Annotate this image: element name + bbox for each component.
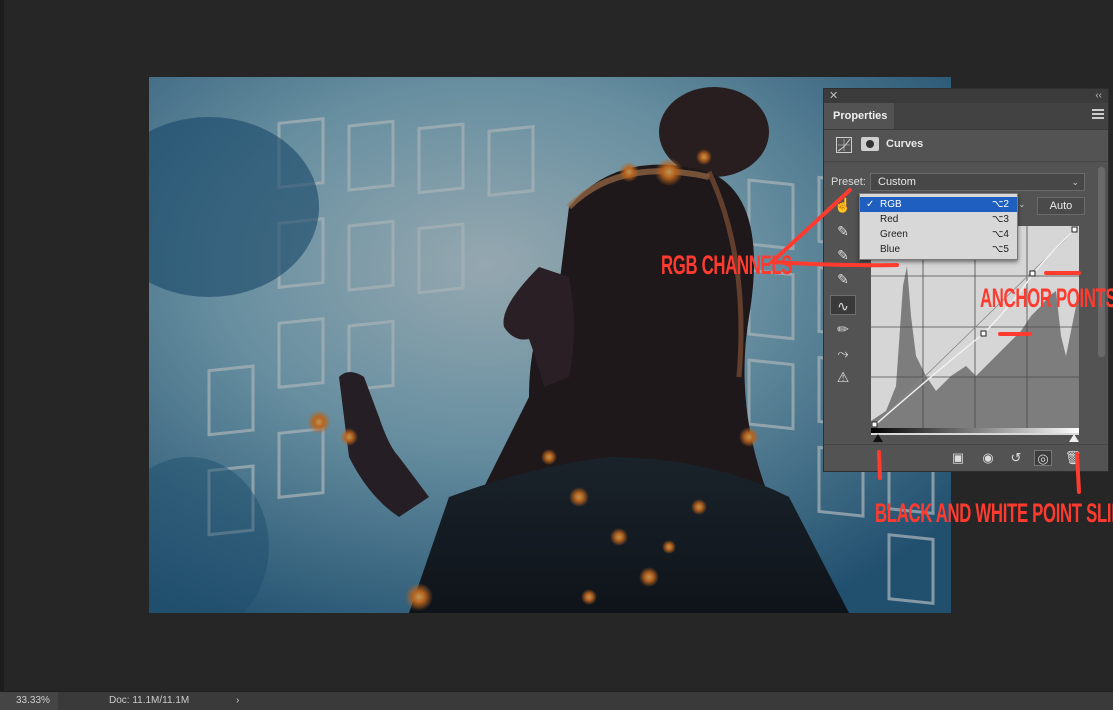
slider-annotation: BLACK AND WHITE POINT SLIDER [875, 498, 1113, 528]
visibility-icon[interactable]: ◎ [1034, 450, 1052, 466]
channel-item-red[interactable]: Red ⌥3 [860, 212, 1017, 227]
panel-scrollbar[interactable] [1098, 167, 1105, 357]
panel-tabbar: Properties [824, 103, 1108, 130]
view-previous-icon[interactable]: ◉ [979, 450, 997, 466]
status-bar: 33.33% Doc: 11.1M/11.1M › [0, 691, 1113, 710]
preset-value: Custom [878, 176, 916, 188]
gray-eyedropper-icon[interactable]: ✎ [830, 245, 856, 265]
pencil-tool-icon[interactable]: ✏ [830, 319, 856, 339]
anchor-point [980, 330, 987, 337]
preset-dropdown[interactable]: Custom ⌄ [870, 173, 1085, 191]
adjustment-header: Curves [824, 129, 1108, 162]
smooth-curve-icon[interactable]: ⤳ [830, 343, 856, 363]
channel-chevron-icon[interactable]: ⌄ [1018, 199, 1026, 210]
channel-shortcut: ⌥4 [991, 229, 1009, 240]
channel-label: Red [880, 214, 899, 225]
white-point-slider[interactable] [1069, 434, 1079, 442]
black-eyedropper-icon[interactable]: ✎ [830, 221, 856, 241]
properties-panel: ✕ ‹‹ Properties Curves Preset: Custom ⌄ … [823, 88, 1109, 472]
doc-size: Doc: 11.1M/11.1M [109, 695, 190, 706]
anchor-points-annotation: ANCHOR POINTS [980, 283, 1113, 313]
preset-label: Preset: [831, 176, 866, 188]
anchor-point [1071, 226, 1078, 233]
rgb-channels-annotation: RGB CHANNELS [661, 250, 793, 280]
clipping-warning-icon[interactable]: ⚠ [830, 367, 856, 387]
anchor-point [871, 421, 878, 428]
curve-point-tool-icon[interactable]: ∿ [830, 295, 856, 315]
chevron-down-icon: ⌄ [1071, 177, 1079, 187]
input-gradient-bar [871, 428, 1079, 433]
channel-shortcut: ⌥3 [991, 214, 1009, 225]
panel-menu-icon[interactable] [1092, 109, 1104, 121]
zoom-level[interactable]: 33.33% [0, 692, 58, 710]
panel-bottom-bar: ▣ ◉ ↺ ◎ 🗑 [824, 444, 1108, 471]
panel-titlebar: ✕ ‹‹ [824, 89, 1108, 103]
channel-shortcut: ⌥5 [991, 244, 1009, 255]
clip-to-layer-icon[interactable]: ▣ [949, 450, 967, 466]
white-eyedropper-icon[interactable]: ✎ [830, 269, 856, 289]
status-menu-arrow-icon[interactable]: › [236, 692, 239, 710]
channel-label: Blue [880, 244, 901, 255]
anchor-point [1029, 270, 1036, 277]
channel-label: RGB [880, 199, 902, 210]
adjustment-title: Curves [886, 138, 924, 150]
channel-item-rgb[interactable]: ✓ RGB ⌥2 [860, 197, 1017, 212]
targeted-adjustment-icon[interactable]: ☝ [830, 195, 856, 215]
auto-button[interactable]: Auto [1037, 197, 1085, 215]
channel-label: Green [880, 229, 908, 240]
tab-properties[interactable]: Properties [824, 103, 894, 129]
checkmark-icon: ✓ [866, 199, 875, 210]
collapse-icon[interactable]: ‹‹ [1095, 89, 1102, 103]
black-point-slider[interactable] [873, 434, 883, 442]
channel-shortcut: ⌥2 [991, 199, 1009, 210]
layer-mask-icon[interactable] [861, 137, 879, 151]
reset-icon[interactable]: ↺ [1007, 450, 1025, 466]
channel-dropdown-menu: ✓ RGB ⌥2 Red ⌥3 Green ⌥4 Blue ⌥5 [859, 193, 1018, 260]
close-icon[interactable]: ✕ [829, 89, 838, 103]
curves-adjustment-icon[interactable] [836, 137, 852, 153]
channel-item-green[interactable]: Green ⌥4 [860, 227, 1017, 242]
canvas-edge [0, 0, 4, 691]
trash-icon[interactable]: 🗑 [1064, 450, 1082, 466]
channel-item-blue[interactable]: Blue ⌥5 [860, 242, 1017, 257]
